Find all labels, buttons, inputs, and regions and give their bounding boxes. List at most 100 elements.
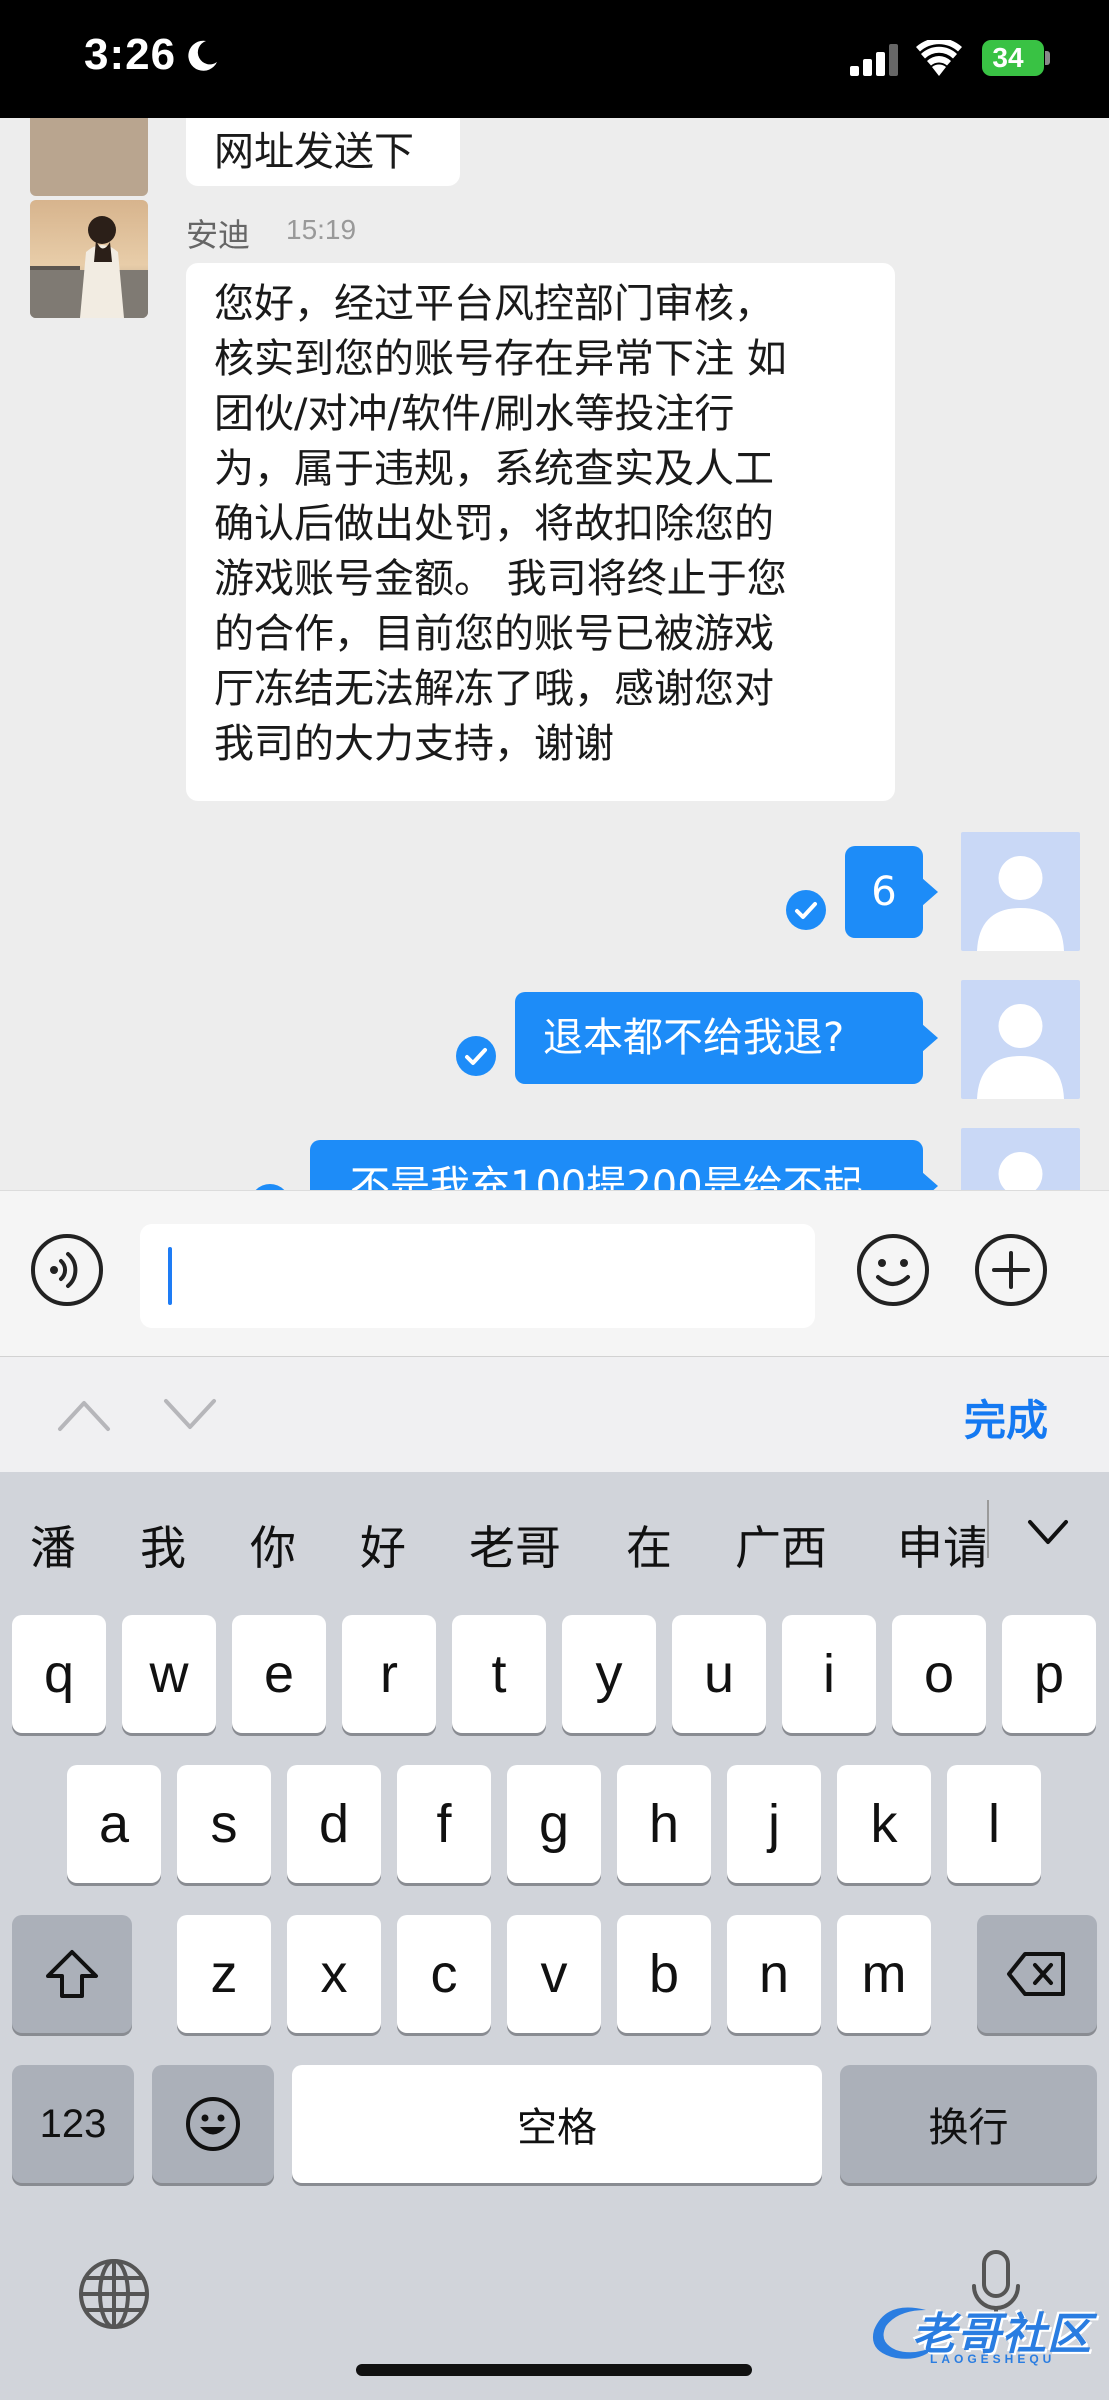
candidate-word[interactable]: 好	[360, 1512, 406, 1578]
key-i[interactable]: i	[782, 1615, 876, 1733]
avatar-andi[interactable]	[30, 200, 148, 318]
key-l[interactable]: l	[947, 1765, 1041, 1883]
message-bubble-outgoing[interactable]: 退本都不给我退?	[515, 992, 938, 1084]
key-k[interactable]: k	[837, 1765, 931, 1883]
key-label: f	[436, 1794, 452, 1854]
battery-tip	[1045, 51, 1050, 65]
candidate-word[interactable]: 在	[626, 1512, 672, 1578]
watermark-subtext: LAOGESHEQU	[930, 2352, 1056, 2366]
keyboard: 潘 我 你 好 老哥 在 广西 申请 q w e r t y u i o p a…	[0, 1472, 1109, 2400]
key-label: j	[768, 1794, 780, 1854]
key-c[interactable]: c	[397, 1915, 491, 2033]
delete-key[interactable]	[977, 1915, 1097, 2033]
key-label: i	[823, 1644, 835, 1704]
candidate-word[interactable]: 我	[140, 1512, 186, 1578]
globe-icon[interactable]	[76, 2256, 152, 2332]
avatar-image	[30, 200, 148, 318]
message-text: 网址发送下	[214, 129, 414, 175]
status-time: 3:26	[84, 30, 177, 79]
key-f[interactable]: f	[397, 1765, 491, 1883]
space-key[interactable]: 空格	[292, 2065, 822, 2183]
key-label: z	[210, 1944, 238, 2004]
key-m[interactable]: m	[837, 1915, 931, 2033]
battery-indicator: 34	[982, 40, 1050, 76]
shift-icon	[46, 1950, 98, 1998]
wifi-icon	[916, 40, 962, 76]
message-line: 核实到您的账号存在异常下注 如	[214, 336, 787, 382]
key-label: 换行	[928, 2106, 1009, 2150]
key-t[interactable]: t	[452, 1615, 546, 1733]
avatar-self[interactable]	[961, 1128, 1080, 1190]
key-g[interactable]: g	[507, 1765, 601, 1883]
chevron-down-icon[interactable]	[162, 1393, 218, 1437]
watermark-logo: 老哥社区 LAOGESHEQU	[866, 2298, 1098, 2372]
shift-key[interactable]	[12, 1915, 132, 2033]
message-line: 您好，经过平台风控部门审核，	[214, 281, 774, 327]
key-label: n	[758, 1944, 790, 2004]
key-label: b	[648, 1944, 680, 2004]
smiley-icon[interactable]	[856, 1233, 930, 1307]
key-y[interactable]: y	[562, 1615, 656, 1733]
key-d[interactable]: d	[287, 1765, 381, 1883]
message-text: 不是我充100提200是给不起	[350, 1163, 863, 1190]
key-j[interactable]: j	[727, 1765, 821, 1883]
key-label: x	[320, 1944, 348, 2004]
key-u[interactable]: u	[672, 1615, 766, 1733]
key-x[interactable]: x	[287, 1915, 381, 2033]
key-label: e	[263, 1644, 295, 1704]
voice-icon[interactable]	[30, 1233, 104, 1307]
key-h[interactable]: h	[617, 1765, 711, 1883]
avatar-self[interactable]	[961, 980, 1080, 1099]
candidate-word[interactable]: 广西	[735, 1512, 827, 1578]
message-line: 确认后做出处罚，将故扣除您的	[214, 501, 774, 547]
key-label: k	[870, 1794, 898, 1854]
key-b[interactable]: b	[617, 1915, 711, 2033]
key-z[interactable]: z	[177, 1915, 271, 2033]
key-label: t	[491, 1644, 507, 1704]
key-label: g	[538, 1794, 570, 1854]
key-w[interactable]: w	[122, 1615, 216, 1733]
message-input[interactable]	[140, 1224, 815, 1328]
message-bubble-incoming[interactable]: 您好，经过平台风控部门审核， 核实到您的账号存在异常下注 如 团伙/对冲/软件/…	[186, 263, 895, 801]
key-q[interactable]: q	[12, 1615, 106, 1733]
input-bar	[0, 1190, 1109, 1356]
chevron-up-icon[interactable]	[56, 1393, 112, 1437]
home-indicator[interactable]	[356, 2364, 752, 2376]
message-bubble-outgoing[interactable]: 不是我充100提200是给不起	[310, 1140, 938, 1190]
sender-name: 安迪	[186, 216, 251, 254]
candidate-word[interactable]: 你	[250, 1512, 296, 1578]
default-avatar-icon	[977, 1004, 1064, 1099]
key-o[interactable]: o	[892, 1615, 986, 1733]
message-text: 6	[871, 869, 897, 915]
chat-messages[interactable]: 网址发送下 安迪 15:19 您好，经过平台风控部门审核， 核实到您的账号存在异…	[0, 118, 1109, 1190]
key-label: m	[861, 1944, 907, 2004]
done-button[interactable]: 完成	[964, 1387, 1048, 1448]
backspace-icon	[1007, 1952, 1065, 1996]
emoji-key[interactable]	[152, 2065, 274, 2183]
candidate-bar: 潘 我 你 好 老哥 在 广西 申请	[0, 1472, 1109, 1582]
candidate-word[interactable]: 潘	[30, 1512, 76, 1578]
key-e[interactable]: e	[232, 1615, 326, 1733]
key-s[interactable]: s	[177, 1765, 271, 1883]
key-a[interactable]: a	[67, 1765, 161, 1883]
avatar-self[interactable]	[961, 832, 1080, 951]
key-p[interactable]: p	[1002, 1615, 1096, 1733]
battery-level: 34	[982, 40, 1044, 76]
message-bubble-outgoing[interactable]: 6	[845, 846, 938, 938]
return-key[interactable]: 换行	[840, 2065, 1097, 2183]
numbers-key[interactable]: 123	[12, 2065, 134, 2183]
candidate-word[interactable]: 老哥	[469, 1512, 561, 1578]
key-r[interactable]: r	[342, 1615, 436, 1733]
message-time: 15:19	[286, 214, 357, 245]
message-line: 为，属于违规，系统查实及人工	[214, 446, 774, 492]
candidate-word[interactable]: 申请	[897, 1512, 985, 1578]
key-label: s	[210, 1794, 238, 1854]
message-bubble-incoming-partial[interactable]: 网址发送下	[186, 118, 460, 186]
key-v[interactable]: v	[507, 1915, 601, 2033]
avatar-andi-previous[interactable]	[30, 118, 148, 196]
keyboard-accessory-bar: 完成	[0, 1356, 1109, 1472]
key-n[interactable]: n	[727, 1915, 821, 2033]
chevron-down-icon[interactable]	[1026, 1516, 1070, 1548]
plus-circle-icon[interactable]	[974, 1233, 1048, 1307]
moon-icon	[188, 40, 217, 71]
